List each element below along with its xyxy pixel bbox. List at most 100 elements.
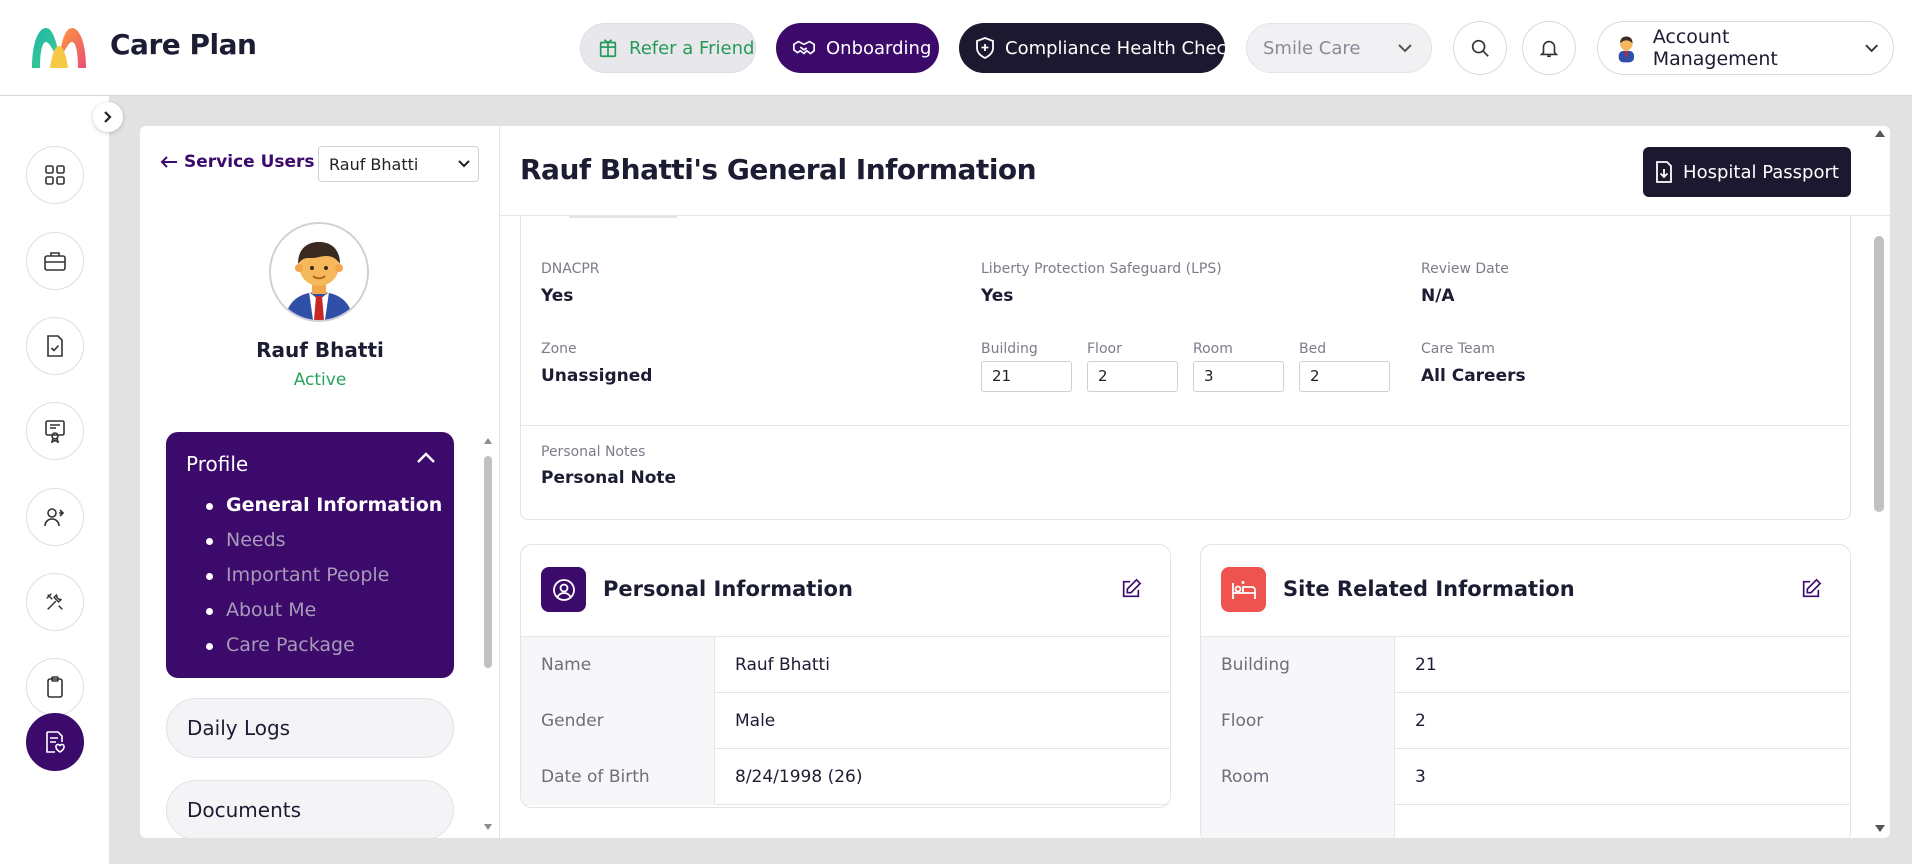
rail-documents-button[interactable]: [26, 317, 84, 375]
refer-friend-button[interactable]: Refer a Friend: [580, 23, 756, 73]
organisation-select[interactable]: Smile Care: [1246, 23, 1432, 73]
documents-button[interactable]: Documents: [166, 780, 454, 838]
row-value: 2: [1415, 711, 1426, 731]
rail-clipboard-button[interactable]: [26, 658, 84, 716]
bed-icon: [1221, 567, 1266, 612]
search-button[interactable]: [1453, 21, 1507, 75]
row-key: Name: [521, 637, 715, 693]
profile-menu: Profile General Information Needs Import…: [166, 432, 454, 678]
gift-icon: [599, 39, 617, 58]
general-information-panel: Rauf Bhatti's General Information Hospit…: [500, 126, 1890, 838]
floor-input[interactable]: 2: [1087, 361, 1178, 392]
grid-icon: [45, 165, 65, 185]
table-row: Name Rauf Bhatti: [521, 637, 1170, 693]
download-document-icon: [1656, 161, 1672, 183]
account-management-menu[interactable]: Account Management: [1597, 21, 1894, 75]
compliance-health-check-button[interactable]: Compliance Health Check: [959, 23, 1237, 73]
refer-friend-label: Refer a Friend: [629, 37, 755, 59]
scroll-up-arrow-icon[interactable]: [1874, 128, 1886, 140]
chevron-right-icon: [104, 111, 112, 123]
left-panel-scroll-thumb[interactable]: [484, 456, 492, 668]
handshake-icon: [793, 40, 815, 55]
building-input[interactable]: 21: [981, 361, 1072, 392]
user-avatar-icon: [1618, 36, 1635, 63]
tools-icon: [46, 593, 63, 610]
general-details-box: DNACPR Yes Liberty Protection Safeguard …: [520, 216, 1851, 520]
app-logo[interactable]: [28, 24, 90, 72]
briefcase-icon: [44, 252, 66, 271]
profile-menu-header[interactable]: Profile: [186, 452, 248, 476]
room-label: Room: [1193, 341, 1233, 357]
personal-information-title: Personal Information: [603, 577, 853, 601]
left-rail: [0, 96, 110, 864]
onboarding-label: Onboarding: [826, 37, 932, 59]
personal-notes-label: Personal Notes: [541, 444, 646, 460]
clipboard-icon: [47, 676, 63, 698]
site-related-information-title: Site Related Information: [1283, 577, 1575, 601]
table-row: Gender Male: [521, 693, 1170, 749]
back-to-service-users-link[interactable]: Service Users: [160, 152, 315, 172]
rail-jobs-button[interactable]: [26, 232, 84, 290]
care-team-value: All Careers: [1421, 366, 1526, 386]
scroll-down-arrow-icon[interactable]: [1874, 822, 1886, 834]
page-title: Rauf Bhatti's General Information: [520, 153, 1037, 186]
row-value: 8/24/1998 (26): [735, 767, 863, 787]
hospital-passport-button[interactable]: Hospital Passport: [1643, 147, 1851, 197]
row-key: Building: [1201, 637, 1395, 693]
arrow-left-icon: [160, 156, 177, 168]
users-icon: [44, 508, 65, 527]
dnacpr-label: DNACPR: [541, 261, 600, 277]
chevron-down-icon: [1398, 44, 1412, 53]
user-avatar-icon: [271, 224, 367, 320]
review-date-value: N/A: [1421, 286, 1455, 306]
profile-item-about-me[interactable]: About Me: [206, 593, 442, 628]
rail-expand-button[interactable]: [93, 102, 123, 132]
general-information-scroll-area[interactable]: DNACPR Yes Liberty Protection Safeguard …: [500, 216, 1890, 838]
profile-item-important-people[interactable]: Important People: [206, 558, 442, 593]
page-header: Rauf Bhatti's General Information Hospit…: [500, 126, 1890, 216]
rail-tools-button[interactable]: [26, 573, 84, 631]
floor-label: Floor: [1087, 341, 1122, 357]
care-plan-icon: [46, 731, 65, 753]
table-row: Room 3: [1201, 749, 1850, 805]
chevron-down-icon: [1864, 44, 1878, 53]
row-key: [1201, 805, 1395, 838]
content-scroll-thumb[interactable]: [1874, 236, 1884, 512]
review-date-label: Review Date: [1421, 261, 1509, 277]
profile-item-care-package[interactable]: Care Package: [206, 628, 442, 663]
rail-staff-button[interactable]: [26, 488, 84, 546]
rail-dashboard-button[interactable]: [26, 146, 84, 204]
profile-menu-list: General Information Needs Important Peop…: [206, 488, 442, 663]
row-key: Room: [1201, 749, 1395, 805]
back-link-label: Service Users: [184, 152, 315, 172]
row-value: 3: [1415, 767, 1426, 787]
bed-label: Bed: [1299, 341, 1327, 357]
chevron-up-icon[interactable]: [416, 452, 436, 464]
dnacpr-value: Yes: [541, 286, 574, 306]
room-input[interactable]: 3: [1193, 361, 1284, 392]
notifications-button[interactable]: [1522, 21, 1576, 75]
tab-indicator: [569, 216, 677, 218]
table-row: [1201, 805, 1850, 838]
personal-information-header: Personal Information: [521, 545, 1170, 637]
content-card: Service Users Rauf Bhatti Rauf Bhatti Ac…: [140, 126, 1890, 838]
service-user-select[interactable]: Rauf Bhatti: [318, 146, 479, 182]
edit-icon[interactable]: [1120, 578, 1142, 600]
rail-certificates-button[interactable]: [26, 402, 84, 460]
bed-input[interactable]: 2: [1299, 361, 1390, 392]
profile-item-general-information[interactable]: General Information: [206, 488, 442, 523]
building-label: Building: [981, 341, 1038, 357]
lps-value: Yes: [981, 286, 1014, 306]
rail-care-plan-button[interactable]: [26, 713, 84, 771]
service-user-avatar: [269, 222, 369, 322]
edit-icon[interactable]: [1800, 578, 1822, 600]
profile-item-needs[interactable]: Needs: [206, 523, 442, 558]
onboarding-button[interactable]: Onboarding: [776, 23, 939, 73]
organisation-select-value: Smile Care: [1263, 37, 1361, 59]
hospital-passport-label: Hospital Passport: [1683, 161, 1839, 183]
info-divider: [521, 425, 1850, 426]
daily-logs-button[interactable]: Daily Logs: [166, 698, 454, 758]
site-related-information-header: Site Related Information: [1201, 545, 1850, 637]
row-value: Rauf Bhatti: [735, 655, 830, 675]
search-icon: [1471, 39, 1489, 57]
